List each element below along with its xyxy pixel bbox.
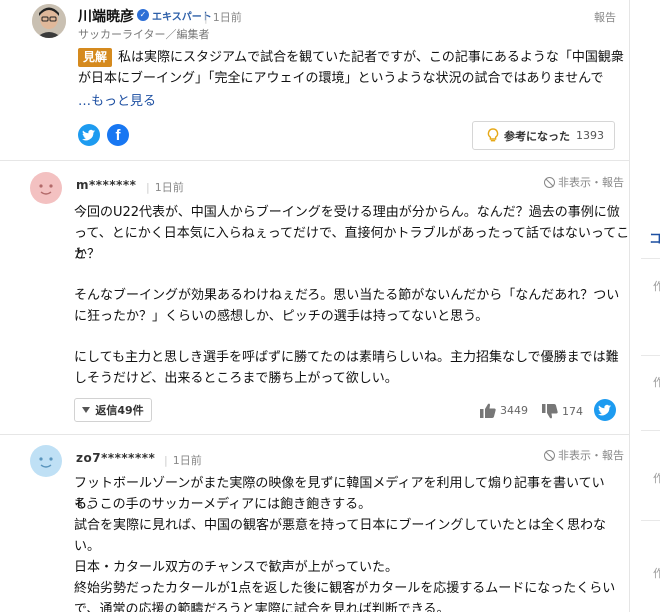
expert-body-line2: が日本にブーイング」「完全にアウェイの環境」というような状況の試合ではありません… <box>78 71 604 86</box>
helpful-button[interactable]: 参考になった 1393 <box>472 121 615 150</box>
expert-comment: 川端暁彦 ✓ エキスパート | 1日前 サッカーライター／編集者 報告 見解 私は… <box>0 0 630 160</box>
comment-time: | 1日前 <box>146 181 184 194</box>
comments-panel: 川端暁彦 ✓ エキスパート | 1日前 サッカーライター／編集者 報告 見解 私は… <box>0 0 630 612</box>
divider <box>641 430 660 431</box>
comment-line: 日本・カタール双方のチャンスで歓声が上がっていた。 <box>74 560 398 575</box>
user-avatar[interactable] <box>30 445 62 477</box>
comment-line: にしても主力と思しき選手を呼ばずに勝てたのは素晴らしいね。主力招集なしで優勝まで… <box>74 350 619 365</box>
twitter-share-icon[interactable] <box>78 124 100 146</box>
comment-line: 終始劣勢だったカタールが1点を返した後に観客がカタールを応援するムードになったく… <box>74 581 616 596</box>
comment-line: もうこの手のサッカーメディアには飽き飽きする。 <box>74 497 372 512</box>
side-column: コ 作 作 作 作 <box>631 0 660 612</box>
comment-line: しそうだけど、出来るところまで勝ち上がって欲しい。 <box>74 371 398 386</box>
comment-username[interactable]: zo7******** <box>76 451 155 465</box>
side-text: 作 <box>653 567 660 580</box>
comment-line: い。 <box>74 539 101 554</box>
expert-name[interactable]: 川端暁彦 <box>78 6 134 26</box>
thumbs-up-icon <box>480 403 496 418</box>
comment-line: か？ <box>74 247 101 262</box>
comment-item: zo7******** | 1日前 非表示・報告 フットボールゾーンがまた実際の映… <box>0 434 630 612</box>
twitter-share-icon[interactable] <box>594 399 616 421</box>
comment-line: 今回のU22代表が、中国人からブーイングを受ける理由が分からん。なんだ？過去の事… <box>74 205 620 220</box>
side-link[interactable]: コ <box>649 228 660 247</box>
check-icon: ✓ <box>137 9 149 21</box>
comment-username[interactable]: m******* <box>76 178 136 192</box>
dislike-count: 174 <box>562 405 583 418</box>
comment-item: m******* | 1日前 非表示・報告 今回のU22代表が、中国人からブーイン… <box>0 160 630 434</box>
triangle-down-icon <box>82 407 91 413</box>
helpful-count: 1393 <box>576 129 604 142</box>
read-more-link[interactable]: …もっと見る <box>78 90 156 109</box>
expert-badge-label: エキスパート <box>152 11 212 23</box>
comment-line: そんなブーイングが効果あるわけねぇだろ。思い当たる節がないんだから「なんだあれ？… <box>74 288 620 303</box>
like-count: 3449 <box>500 404 528 417</box>
comment-line: って、とにかく日本気に入らねぇってだけで、直接何かトラブルがあったって話ではない… <box>74 226 630 262</box>
side-text: 作 <box>653 280 660 293</box>
opinion-tag: 見解 <box>78 48 113 67</box>
hide-report-link[interactable]: 非表示・報告 <box>544 174 624 190</box>
thumbs-down-icon <box>542 404 558 419</box>
hide-report-link[interactable]: 非表示・報告 <box>544 447 624 463</box>
expert-badge: ✓ エキスパート <box>137 8 212 23</box>
facebook-share-icon[interactable]: f <box>107 124 129 146</box>
expert-avatar[interactable] <box>32 4 66 38</box>
lightbulb-icon <box>487 128 499 142</box>
user-avatar[interactable] <box>30 172 62 204</box>
comment-line: で、通常の応援の範疇だろうと実際に試合を見れば判断できる。 <box>74 602 450 612</box>
divider <box>641 258 660 259</box>
divider <box>641 355 660 356</box>
comment-time: | 1日前 <box>164 454 202 467</box>
side-text: 作 <box>653 472 660 485</box>
comment-line: に狂ったか？」くらいの感想しか、ピッチの選手は持ってないと思う。 <box>74 309 489 324</box>
expert-role: サッカーライター／編集者 <box>78 28 210 41</box>
helpful-label: 参考になった <box>504 129 570 143</box>
expert-time: | 1日前 <box>204 11 242 24</box>
dislike-button[interactable]: 174 <box>542 404 583 419</box>
comment-line: 試合を実際に見れば、中国の観客が悪意を持って日本にブーイングしていたとは全く思わ… <box>74 518 606 533</box>
ban-icon <box>544 176 555 188</box>
reply-toggle-button[interactable]: 返信 49件 <box>74 398 152 422</box>
like-button[interactable]: 3449 <box>480 403 528 418</box>
ban-icon <box>544 449 555 461</box>
side-text: 作 <box>653 376 660 389</box>
report-link[interactable]: 報告 <box>594 9 616 25</box>
divider <box>641 520 660 521</box>
expert-body-line1: 私は実際にスタジアムで試合を観ていた記者ですが、この記事にあるような「中国観衆 <box>118 50 624 65</box>
